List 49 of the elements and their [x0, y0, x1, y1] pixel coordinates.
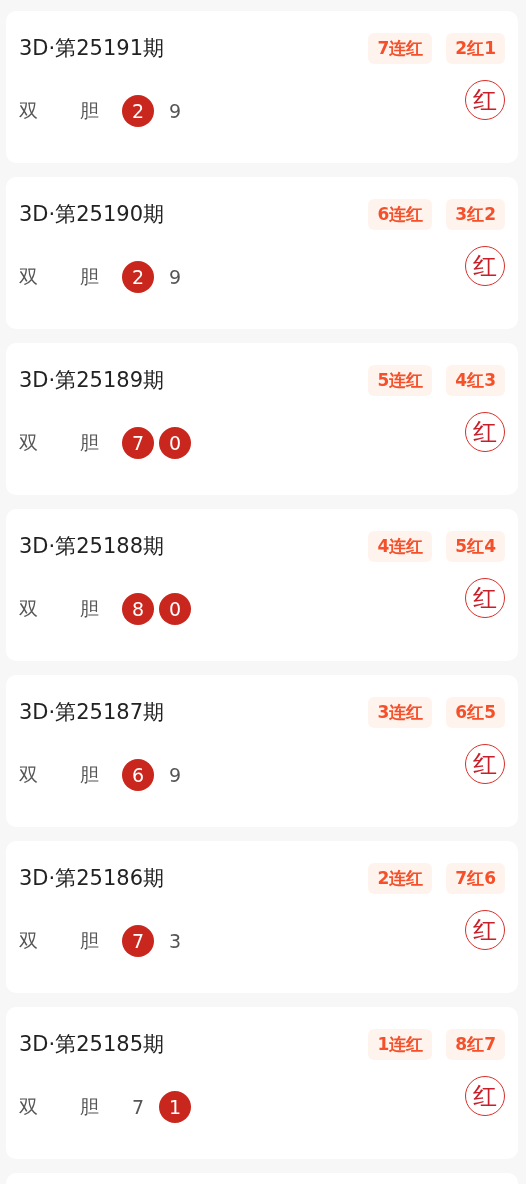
period-title: 3D·第25185期 — [19, 1031, 164, 1058]
streak-tag: 3连红 — [368, 696, 433, 728]
streak-tag: 6红5 — [446, 696, 505, 728]
row-label: 胆 — [80, 430, 100, 455]
period-title: 3D·第25191期 — [19, 35, 164, 62]
period-title: 3D·第25188期 — [19, 533, 164, 560]
row-label: 双 — [19, 596, 39, 621]
row-label: 双 — [19, 430, 39, 455]
row-label: 双 — [19, 264, 39, 289]
number: 3 — [167, 929, 183, 954]
period-title: 3D·第25186期 — [19, 865, 164, 892]
period-title: 3D·第25187期 — [19, 699, 164, 726]
row-label: 胆 — [80, 264, 100, 289]
row-label: 胆 — [80, 98, 100, 123]
period-title: 3D·第25190期 — [19, 201, 164, 228]
streak-tag: 3红2 — [446, 198, 505, 230]
streak-tag: 6连红 — [368, 198, 433, 230]
hit-number-ball: 0 — [159, 593, 191, 625]
streak-tag: 5连红 — [368, 364, 433, 396]
streak-tag: 8红7 — [446, 1028, 505, 1060]
hit-number-ball: 0 — [159, 427, 191, 459]
row-label: 胆 — [80, 928, 100, 953]
row-label: 双 — [19, 928, 39, 953]
period-title: 3D·第25189期 — [19, 367, 164, 394]
row-label: 双 — [19, 1094, 39, 1119]
number: 9 — [167, 763, 183, 788]
row-label: 胆 — [80, 762, 100, 787]
streak-tag: 1连红 — [368, 1028, 433, 1060]
streak-tag: 4连红 — [368, 530, 433, 562]
streak-tag: 2红1 — [446, 32, 505, 64]
hit-number-ball: 1 — [159, 1091, 191, 1123]
row-label: 双 — [19, 762, 39, 787]
streak-tag: 7连红 — [368, 32, 433, 64]
streak-tag: 7红6 — [446, 862, 505, 894]
row-label: 胆 — [80, 1094, 100, 1119]
streak-tag: 5红4 — [446, 530, 505, 562]
hit-number-ball: 2 — [122, 261, 154, 293]
number: 9 — [167, 265, 183, 290]
hit-number-ball: 8 — [122, 593, 154, 625]
hit-number-ball: 7 — [122, 925, 154, 957]
streak-tag: 2连红 — [368, 862, 433, 894]
row-label: 双 — [19, 98, 39, 123]
number: 9 — [167, 99, 183, 124]
hit-number-ball: 6 — [122, 759, 154, 791]
streak-tag: 4红3 — [446, 364, 505, 396]
hit-number-ball: 2 — [122, 95, 154, 127]
number: 7 — [130, 1095, 146, 1120]
row-label: 胆 — [80, 596, 100, 621]
hit-number-ball: 7 — [122, 427, 154, 459]
